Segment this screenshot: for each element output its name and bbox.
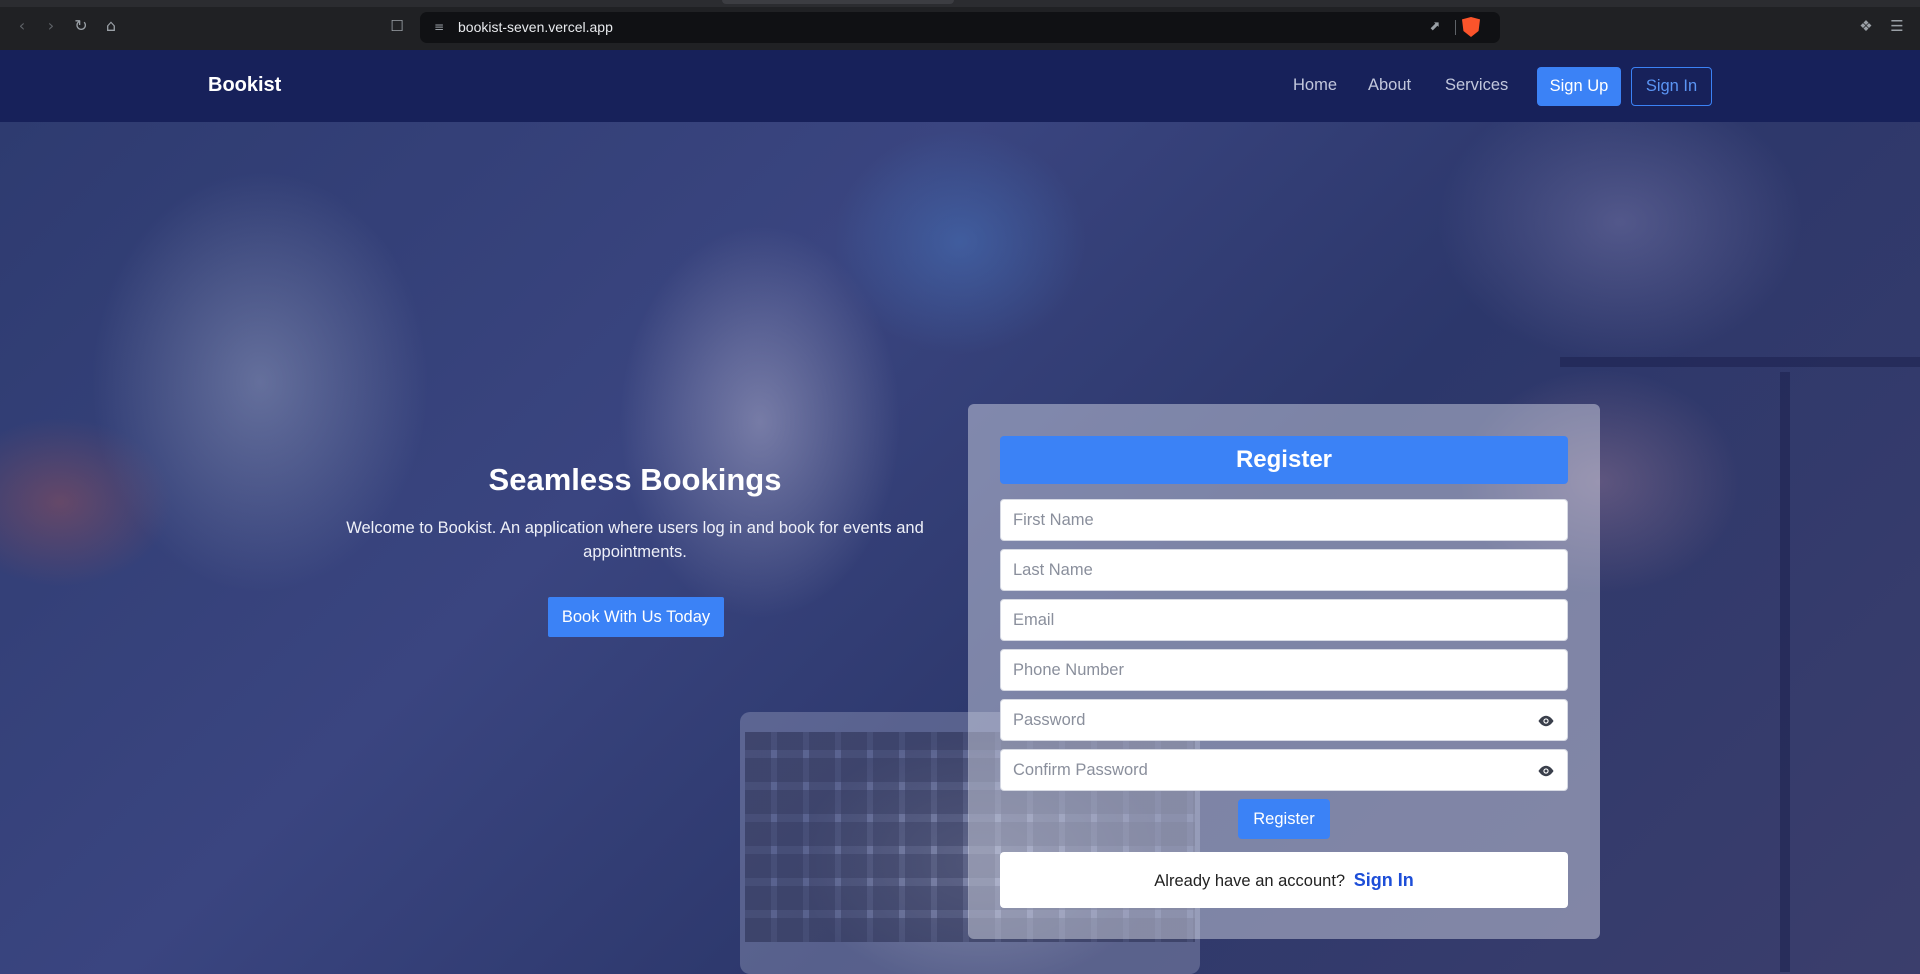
- password-input[interactable]: [1001, 700, 1567, 740]
- hero-section: Seamless Bookings Welcome to Bookist. An…: [0, 122, 1920, 974]
- show-password-eye-icon[interactable]: [1537, 713, 1555, 729]
- email-field[interactable]: [1000, 599, 1568, 641]
- site-navbar: Bookist Home About Services Sign Up Sign…: [0, 50, 1920, 122]
- address-bar-divider: [1455, 20, 1456, 35]
- phone-input[interactable]: [1001, 650, 1567, 690]
- already-have-account-text: Already have an account?: [1154, 872, 1346, 890]
- sign-in-link[interactable]: Sign In: [1354, 870, 1414, 890]
- nav-link-services[interactable]: Services: [1445, 76, 1508, 95]
- confirm-password-input[interactable]: [1001, 750, 1567, 790]
- home-icon[interactable]: ⌂: [100, 15, 122, 37]
- menu-icon[interactable]: ☰: [1886, 15, 1908, 37]
- bookmark-icon[interactable]: ☐: [386, 15, 408, 37]
- background-image-detail: [1560, 357, 1920, 367]
- forward-arrow-icon[interactable]: ›: [40, 15, 62, 37]
- tab-strip: [0, 0, 1920, 7]
- register-heading: Register: [1000, 436, 1568, 484]
- active-tab[interactable]: [722, 0, 954, 4]
- sign-in-prompt: Already have an account? Sign In: [1000, 852, 1568, 908]
- show-confirm-password-eye-icon[interactable]: [1537, 763, 1555, 779]
- nav-link-about[interactable]: About: [1368, 76, 1411, 95]
- back-arrow-icon[interactable]: ‹: [11, 15, 33, 37]
- phone-field[interactable]: [1000, 649, 1568, 691]
- hero-subtitle: Welcome to Bookist. An application where…: [346, 519, 924, 561]
- first-name-field[interactable]: [1000, 499, 1568, 541]
- first-name-input[interactable]: [1001, 500, 1567, 540]
- extensions-icon[interactable]: ❖: [1855, 15, 1877, 37]
- address-bar[interactable]: ≡ bookist-seven.vercel.app ⬈: [420, 12, 1500, 43]
- last-name-field[interactable]: [1000, 549, 1568, 591]
- password-field[interactable]: [1000, 699, 1568, 741]
- site-info-icon[interactable]: ≡: [430, 18, 448, 36]
- url-text[interactable]: bookist-seven.vercel.app: [458, 19, 613, 35]
- reload-icon[interactable]: ↻: [70, 15, 92, 37]
- register-form: Register R: [968, 404, 1600, 939]
- hero-title: Seamless Bookings: [488, 462, 782, 497]
- background-image-detail: [1780, 372, 1790, 972]
- confirm-password-field[interactable]: [1000, 749, 1568, 791]
- sign-up-button[interactable]: Sign Up: [1537, 67, 1621, 106]
- brand-logo[interactable]: Bookist: [208, 74, 281, 97]
- email-input[interactable]: [1001, 600, 1567, 640]
- brave-shield-icon[interactable]: [1462, 17, 1480, 37]
- share-icon[interactable]: ⬈: [1426, 18, 1444, 36]
- browser-toolbar: ‹ › ↻ ⌂ ☐ ≡ bookist-seven.vercel.app ⬈ ❖…: [0, 0, 1920, 50]
- last-name-input[interactable]: [1001, 550, 1567, 590]
- register-submit-button[interactable]: Register: [1238, 799, 1330, 839]
- sign-in-button[interactable]: Sign In: [1631, 67, 1712, 106]
- nav-link-home[interactable]: Home: [1293, 76, 1337, 95]
- book-with-us-button[interactable]: Book With Us Today: [548, 597, 724, 637]
